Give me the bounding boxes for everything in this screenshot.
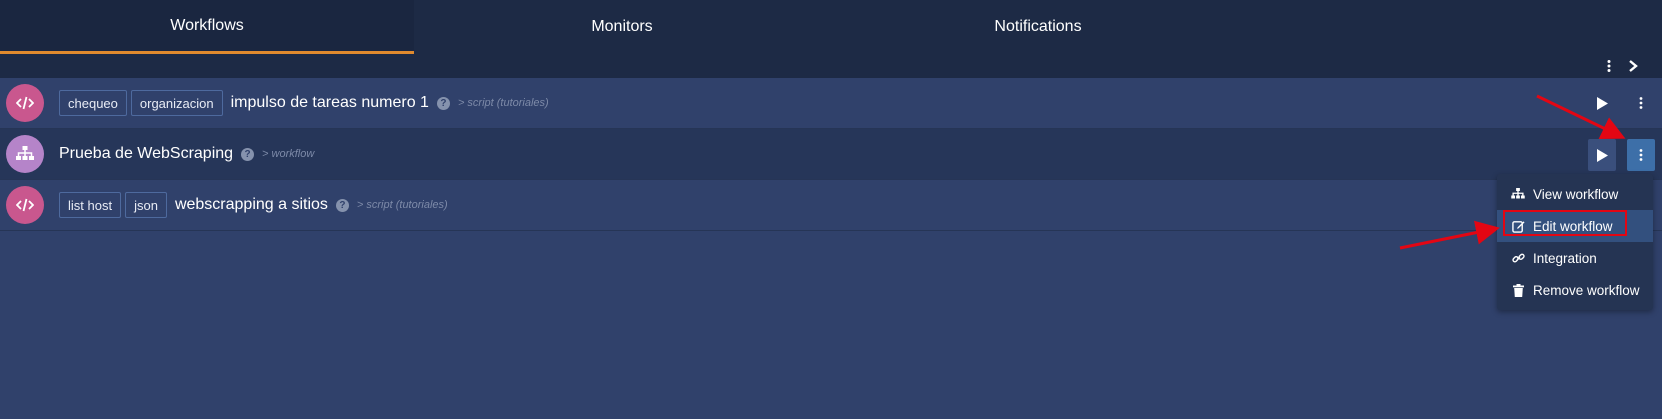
row-content: list host json webscrapping a sitios ? >…	[59, 192, 448, 218]
link-icon	[1511, 251, 1525, 265]
workflow-actions-menu: View workflow Edit workflow Integration	[1497, 174, 1653, 310]
menu-item-label: View workflow	[1533, 186, 1619, 202]
sitemap-icon	[1511, 187, 1525, 201]
row-title[interactable]: webscrapping a sitios	[175, 196, 328, 214]
tag[interactable]: organizacion	[130, 90, 223, 116]
row-type: > script (tutoriales)	[356, 199, 448, 211]
play-icon	[1597, 96, 1608, 110]
help-icon[interactable]: ?	[335, 198, 349, 212]
menu-item-label: Integration	[1533, 250, 1597, 266]
menu-item-label: Remove workflow	[1533, 282, 1640, 298]
vertical-dots-icon	[1607, 60, 1611, 72]
menu-item-view-workflow[interactable]: View workflow	[1497, 178, 1653, 210]
workflow-row[interactable]: Prueba de WebScraping ? > workflow	[0, 129, 1662, 180]
annotation-arrow	[1399, 220, 1500, 250]
code-icon	[6, 84, 44, 122]
play-icon	[1597, 148, 1608, 162]
menu-item-label: Edit workflow	[1533, 218, 1613, 234]
run-button[interactable]	[1588, 87, 1616, 119]
sitemap-icon	[6, 135, 44, 173]
tab-workflows[interactable]: Workflows	[0, 0, 414, 54]
workflow-row[interactable]: chequeo organizacion impulso de tareas n…	[0, 78, 1662, 129]
row-title[interactable]: Prueba de WebScraping	[59, 145, 233, 163]
run-button[interactable]	[1588, 139, 1616, 171]
row-content: Prueba de WebScraping ? > workflow	[59, 145, 314, 163]
tab-bar: Workflows Monitors Notifications	[0, 0, 1662, 54]
row-type: > workflow	[262, 148, 315, 160]
tab-bar-filler	[1246, 0, 1662, 54]
tab-notifications[interactable]: Notifications	[830, 0, 1246, 54]
row-menu-button[interactable]	[1627, 139, 1655, 171]
code-icon	[6, 186, 44, 224]
help-icon[interactable]: ?	[436, 96, 450, 110]
toolbar-collapse-button[interactable]	[1623, 56, 1643, 76]
row-title[interactable]: impulso de tareas numero 1	[231, 94, 429, 112]
workflow-row[interactable]: list host json webscrapping a sitios ? >…	[0, 180, 1662, 231]
vertical-dots-icon	[1639, 149, 1643, 161]
edit-icon	[1511, 219, 1525, 233]
tag[interactable]: list host	[59, 192, 122, 218]
chevron-right-icon	[1629, 60, 1638, 72]
tag[interactable]: json	[125, 192, 167, 218]
tab-monitors[interactable]: Monitors	[414, 0, 830, 54]
list-toolbar	[0, 54, 1662, 78]
row-content: chequeo organizacion impulso de tareas n…	[59, 90, 549, 116]
menu-item-edit-workflow[interactable]: Edit workflow	[1497, 210, 1653, 242]
vertical-dots-icon	[1639, 97, 1643, 109]
trash-icon	[1511, 283, 1525, 297]
toolbar-options-button[interactable]	[1599, 56, 1619, 76]
menu-item-integration[interactable]: Integration	[1497, 242, 1653, 274]
help-icon[interactable]: ?	[241, 147, 255, 161]
row-type: > script (tutoriales)	[457, 97, 549, 109]
menu-item-remove-workflow[interactable]: Remove workflow	[1497, 274, 1653, 306]
tag[interactable]: chequeo	[59, 90, 127, 116]
row-menu-button[interactable]	[1627, 87, 1655, 119]
